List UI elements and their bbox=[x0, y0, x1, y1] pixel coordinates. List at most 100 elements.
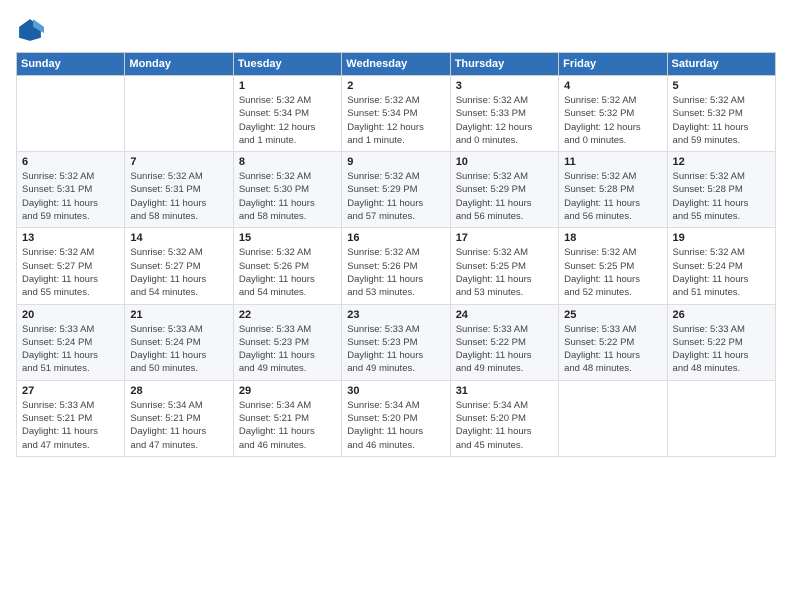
week-row-5: 27 Sunrise: 5:33 AM Sunset: 5:21 PM Dayli… bbox=[17, 380, 776, 456]
day-info: Sunrise: 5:33 AM Sunset: 5:24 PM Dayligh… bbox=[130, 323, 227, 376]
day-info: Sunrise: 5:32 AM Sunset: 5:31 PM Dayligh… bbox=[22, 170, 119, 223]
day-number: 26 bbox=[673, 309, 770, 321]
day-header-tuesday: Tuesday bbox=[233, 53, 341, 76]
day-header-friday: Friday bbox=[559, 53, 667, 76]
day-info: Sunrise: 5:33 AM Sunset: 5:23 PM Dayligh… bbox=[239, 323, 336, 376]
week-row-2: 6 Sunrise: 5:32 AM Sunset: 5:31 PM Daylig… bbox=[17, 152, 776, 228]
calendar-cell: 1 Sunrise: 5:32 AM Sunset: 5:34 PM Daylig… bbox=[233, 76, 341, 152]
calendar-cell: 16Sunrise: 5:32 AM Sunset: 5:26 PM Dayli… bbox=[342, 228, 450, 304]
calendar-cell: 11 Sunrise: 5:32 AM Sunset: 5:28 PM Dayli… bbox=[559, 152, 667, 228]
calendar-cell: 14 Sunrise: 5:32 AM Sunset: 5:27 PM Dayli… bbox=[125, 228, 233, 304]
calendar-cell: 21 Sunrise: 5:33 AM Sunset: 5:24 PM Dayli… bbox=[125, 304, 233, 380]
day-number: 4 bbox=[564, 80, 661, 92]
calendar-cell: 17 Sunrise: 5:32 AM Sunset: 5:25 PM Dayli… bbox=[450, 228, 558, 304]
day-info: Sunrise: 5:33 AM Sunset: 5:22 PM Dayligh… bbox=[564, 323, 661, 376]
calendar-cell: 27 Sunrise: 5:33 AM Sunset: 5:21 PM Dayli… bbox=[17, 380, 125, 456]
day-number: 16 bbox=[347, 232, 444, 244]
calendar-cell: 26 Sunrise: 5:33 AM Sunset: 5:22 PM Dayli… bbox=[667, 304, 775, 380]
day-info: Sunrise: 5:32 AM Sunset: 5:27 PM Dayligh… bbox=[22, 246, 119, 299]
day-header-monday: Monday bbox=[125, 53, 233, 76]
day-number: 2 bbox=[347, 80, 444, 92]
day-info: Sunrise: 5:32 AM Sunset: 5:30 PM Dayligh… bbox=[239, 170, 336, 223]
calendar-cell: 30 Sunrise: 5:34 AM Sunset: 5:20 PM Dayli… bbox=[342, 380, 450, 456]
calendar-cell bbox=[125, 76, 233, 152]
day-info: Sunrise: 5:32 AM Sunset: 5:32 PM Dayligh… bbox=[564, 94, 661, 147]
day-info: Sunrise: 5:32 AM Sunset: 5:34 PM Dayligh… bbox=[239, 94, 336, 147]
day-number: 8 bbox=[239, 156, 336, 168]
calendar-cell: 6 Sunrise: 5:32 AM Sunset: 5:31 PM Daylig… bbox=[17, 152, 125, 228]
calendar-cell bbox=[667, 380, 775, 456]
day-info: Sunrise: 5:32 AM Sunset: 5:24 PM Dayligh… bbox=[673, 246, 770, 299]
calendar-cell: 8 Sunrise: 5:32 AM Sunset: 5:30 PM Daylig… bbox=[233, 152, 341, 228]
calendar-cell: 9Sunrise: 5:32 AM Sunset: 5:29 PM Daylig… bbox=[342, 152, 450, 228]
calendar-cell: 3 Sunrise: 5:32 AM Sunset: 5:33 PM Daylig… bbox=[450, 76, 558, 152]
day-number: 20 bbox=[22, 309, 119, 321]
day-info: Sunrise: 5:32 AM Sunset: 5:28 PM Dayligh… bbox=[564, 170, 661, 223]
calendar-cell: 20 Sunrise: 5:33 AM Sunset: 5:24 PM Dayli… bbox=[17, 304, 125, 380]
day-number: 7 bbox=[130, 156, 227, 168]
day-info: Sunrise: 5:34 AM Sunset: 5:21 PM Dayligh… bbox=[239, 399, 336, 452]
calendar-cell: 23Sunrise: 5:33 AM Sunset: 5:23 PM Dayli… bbox=[342, 304, 450, 380]
day-number: 12 bbox=[673, 156, 770, 168]
calendar-table: SundayMondayTuesdayWednesdayThursdayFrid… bbox=[16, 52, 776, 457]
day-info: Sunrise: 5:33 AM Sunset: 5:24 PM Dayligh… bbox=[22, 323, 119, 376]
calendar-cell bbox=[17, 76, 125, 152]
day-header-sunday: Sunday bbox=[17, 53, 125, 76]
calendar-cell bbox=[559, 380, 667, 456]
day-info: Sunrise: 5:32 AM Sunset: 5:31 PM Dayligh… bbox=[130, 170, 227, 223]
day-info: Sunrise: 5:34 AM Sunset: 5:20 PM Dayligh… bbox=[347, 399, 444, 452]
day-number: 27 bbox=[22, 385, 119, 397]
day-number: 24 bbox=[456, 309, 553, 321]
logo-icon bbox=[16, 16, 44, 44]
calendar-cell: 22 Sunrise: 5:33 AM Sunset: 5:23 PM Dayli… bbox=[233, 304, 341, 380]
calendar-cell: 5 Sunrise: 5:32 AM Sunset: 5:32 PM Daylig… bbox=[667, 76, 775, 152]
calendar-cell: 4 Sunrise: 5:32 AM Sunset: 5:32 PM Daylig… bbox=[559, 76, 667, 152]
day-info: Sunrise: 5:32 AM Sunset: 5:25 PM Dayligh… bbox=[564, 246, 661, 299]
calendar-cell: 24 Sunrise: 5:33 AM Sunset: 5:22 PM Dayli… bbox=[450, 304, 558, 380]
calendar-cell: 13 Sunrise: 5:32 AM Sunset: 5:27 PM Dayli… bbox=[17, 228, 125, 304]
day-info: Sunrise: 5:32 AM Sunset: 5:33 PM Dayligh… bbox=[456, 94, 553, 147]
day-number: 31 bbox=[456, 385, 553, 397]
day-number: 17 bbox=[456, 232, 553, 244]
calendar-cell: 12 Sunrise: 5:32 AM Sunset: 5:28 PM Dayli… bbox=[667, 152, 775, 228]
calendar-cell: 15Sunrise: 5:32 AM Sunset: 5:26 PM Dayli… bbox=[233, 228, 341, 304]
calendar-cell: 19 Sunrise: 5:32 AM Sunset: 5:24 PM Dayli… bbox=[667, 228, 775, 304]
day-info: Sunrise: 5:33 AM Sunset: 5:22 PM Dayligh… bbox=[456, 323, 553, 376]
day-number: 22 bbox=[239, 309, 336, 321]
day-number: 28 bbox=[130, 385, 227, 397]
week-row-1: 1 Sunrise: 5:32 AM Sunset: 5:34 PM Daylig… bbox=[17, 76, 776, 152]
day-number: 6 bbox=[22, 156, 119, 168]
day-number: 18 bbox=[564, 232, 661, 244]
day-number: 21 bbox=[130, 309, 227, 321]
day-number: 19 bbox=[673, 232, 770, 244]
day-info: Sunrise: 5:33 AM Sunset: 5:21 PM Dayligh… bbox=[22, 399, 119, 452]
day-info: Sunrise: 5:34 AM Sunset: 5:20 PM Dayligh… bbox=[456, 399, 553, 452]
day-number: 23 bbox=[347, 309, 444, 321]
calendar-cell: 25 Sunrise: 5:33 AM Sunset: 5:22 PM Dayli… bbox=[559, 304, 667, 380]
day-header-thursday: Thursday bbox=[450, 53, 558, 76]
day-info: Sunrise: 5:32 AM Sunset: 5:27 PM Dayligh… bbox=[130, 246, 227, 299]
day-info: Sunrise: 5:32 AM Sunset: 5:28 PM Dayligh… bbox=[673, 170, 770, 223]
page-header bbox=[16, 16, 776, 44]
calendar-body: 1 Sunrise: 5:32 AM Sunset: 5:34 PM Daylig… bbox=[17, 76, 776, 457]
day-number: 14 bbox=[130, 232, 227, 244]
day-info: Sunrise: 5:32 AM Sunset: 5:32 PM Dayligh… bbox=[673, 94, 770, 147]
calendar-header-row: SundayMondayTuesdayWednesdayThursdayFrid… bbox=[17, 53, 776, 76]
week-row-3: 13 Sunrise: 5:32 AM Sunset: 5:27 PM Dayli… bbox=[17, 228, 776, 304]
day-number: 25 bbox=[564, 309, 661, 321]
day-number: 11 bbox=[564, 156, 661, 168]
day-header-saturday: Saturday bbox=[667, 53, 775, 76]
day-number: 10 bbox=[456, 156, 553, 168]
day-number: 3 bbox=[456, 80, 553, 92]
day-info: Sunrise: 5:34 AM Sunset: 5:21 PM Dayligh… bbox=[130, 399, 227, 452]
day-number: 15 bbox=[239, 232, 336, 244]
day-info: Sunrise: 5:32 AM Sunset: 5:25 PM Dayligh… bbox=[456, 246, 553, 299]
day-number: 1 bbox=[239, 80, 336, 92]
day-info: Sunrise: 5:33 AM Sunset: 5:22 PM Dayligh… bbox=[673, 323, 770, 376]
day-number: 30 bbox=[347, 385, 444, 397]
calendar-cell: 2 Sunrise: 5:32 AM Sunset: 5:34 PM Daylig… bbox=[342, 76, 450, 152]
day-number: 13 bbox=[22, 232, 119, 244]
day-info: Sunrise: 5:32 AM Sunset: 5:34 PM Dayligh… bbox=[347, 94, 444, 147]
day-number: 5 bbox=[673, 80, 770, 92]
day-info: Sunrise: 5:32 AM Sunset: 5:29 PM Dayligh… bbox=[347, 170, 444, 223]
